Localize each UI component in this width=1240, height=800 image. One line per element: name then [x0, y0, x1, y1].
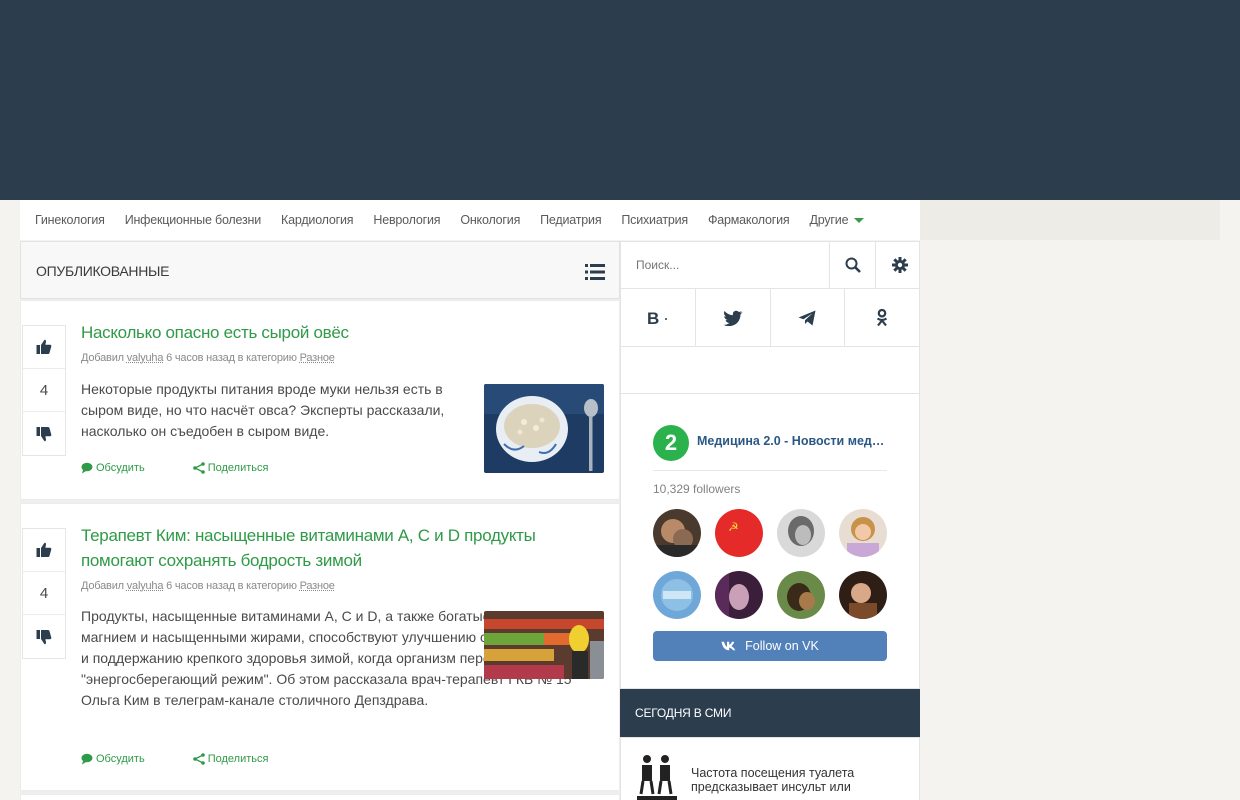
svg-text:☭: ☭ — [728, 520, 739, 534]
nav-more-label: Другие — [810, 213, 849, 227]
article-thumbnail-oats[interactable] — [484, 384, 604, 473]
search-bar — [620, 241, 920, 289]
feed-header: ОПУБЛИКОВАННЫЕ — [20, 241, 620, 299]
category-link[interactable]: Разное — [300, 580, 335, 592]
vote-box: 4 — [22, 528, 66, 659]
discuss-button[interactable]: Обсудить — [81, 753, 145, 765]
gear-icon — [892, 257, 908, 273]
telegram-icon — [798, 310, 816, 326]
svg-text:B: B — [647, 310, 659, 326]
feed-title: ОПУБЛИКОВАННЫЕ — [36, 263, 169, 279]
article-actions: Обсудить Поделиться — [81, 462, 316, 474]
nav-psychiatry[interactable]: Психиатрия — [621, 213, 688, 227]
list-view-icon[interactable] — [585, 264, 605, 280]
vk-icon: B — [647, 310, 669, 326]
avatar[interactable] — [715, 571, 763, 619]
twitter-icon — [723, 310, 743, 326]
thumbs-up-icon — [36, 339, 52, 355]
comment-icon — [81, 753, 93, 765]
caret-down-icon — [854, 218, 864, 223]
vote-count: 4 — [23, 572, 65, 615]
article-card: 4 Насколько опасно есть сырой овёс Добав… — [20, 300, 620, 500]
vote-box: 4 — [22, 325, 66, 456]
empty-widget — [620, 346, 920, 394]
telegram-share-button[interactable] — [771, 289, 846, 346]
vk-share-button[interactable]: B — [621, 289, 696, 346]
avatar[interactable] — [839, 571, 887, 619]
downvote-button[interactable] — [23, 412, 65, 455]
published-feed: ОПУБЛИКОВАННЫЕ 4 Насколько опасно есть с… — [20, 241, 620, 800]
vk-logo-icon — [721, 641, 737, 651]
share-button[interactable]: Поделиться — [193, 462, 269, 474]
toilet-people-icon — [637, 754, 677, 800]
author-link[interactable]: valyuha — [127, 352, 164, 364]
share-button[interactable]: Поделиться — [193, 753, 269, 765]
article-title-link[interactable]: Насколько опасно есть сырой овёс — [81, 320, 461, 345]
upvote-button[interactable] — [23, 529, 65, 572]
avatar[interactable]: ☭ — [715, 509, 763, 557]
search-button[interactable] — [831, 242, 876, 288]
avatar[interactable] — [777, 509, 825, 557]
author-link[interactable]: valyuha — [127, 580, 164, 592]
nav-pharmacology[interactable]: Фармакология — [708, 213, 790, 227]
media-news-text: Частота посещения туалета предсказывает … — [691, 766, 891, 794]
community-name-link[interactable]: Медицина 2.0 - Новости медицины — [697, 434, 887, 448]
article-card: 4 Терапевт Ким: насыщенные витаминами А,… — [20, 503, 620, 791]
odnoklassniki-icon — [876, 309, 888, 327]
nav-pediatrics[interactable]: Педиатрия — [540, 213, 601, 227]
avatar[interactable] — [653, 509, 701, 557]
avatar[interactable] — [839, 509, 887, 557]
vote-count: 4 — [23, 369, 65, 412]
nav-cardiology[interactable]: Кардиология — [281, 213, 353, 227]
followers-count: 10,329 followers — [653, 482, 740, 496]
nav-infectious[interactable]: Инфекционные болезни — [125, 213, 261, 227]
share-icon — [193, 753, 205, 765]
media-news-item[interactable]: Частота посещения туалета предсказывает … — [620, 737, 920, 800]
article-meta: Добавил valyuha 6 часов назад в категори… — [81, 580, 335, 592]
site-header-banner — [0, 0, 1240, 200]
share-icon — [193, 462, 205, 474]
thumbs-down-icon — [36, 426, 52, 442]
search-icon — [845, 257, 861, 273]
odnoklassniki-share-button[interactable] — [845, 289, 919, 346]
right-strip — [920, 200, 1220, 240]
category-link[interactable]: Разное — [300, 352, 335, 364]
follow-on-vk-button[interactable]: Follow on VK — [653, 631, 887, 661]
article-excerpt: Некоторые продукты питания вроде муки не… — [81, 379, 466, 442]
discuss-button[interactable]: Обсудить — [81, 462, 145, 474]
article-meta: Добавил valyuha 6 часов назад в категори… — [81, 352, 335, 364]
advanced-search-button[interactable] — [877, 242, 922, 288]
today-in-media-title: СЕГОДНЯ В СМИ — [635, 706, 731, 720]
avatar[interactable] — [653, 571, 701, 619]
thumbs-down-icon — [36, 629, 52, 645]
community-logo[interactable]: 2 — [653, 425, 689, 461]
search-input[interactable] — [621, 242, 830, 288]
today-in-media-header: СЕГОДНЯ В СМИ — [620, 689, 920, 737]
thumbs-up-icon — [36, 542, 52, 558]
article-actions: Обсудить Поделиться — [81, 753, 316, 765]
article-card-next — [20, 794, 620, 800]
nav-neurology[interactable]: Неврология — [373, 213, 440, 227]
category-nav: Гинекология Инфекционные болезни Кардиол… — [20, 200, 920, 240]
article-thumbnail-produce[interactable] — [484, 611, 604, 679]
nav-gynecology[interactable]: Гинекология — [35, 213, 105, 227]
downvote-button[interactable] — [23, 615, 65, 658]
comment-icon — [81, 462, 93, 474]
twitter-share-button[interactable] — [696, 289, 771, 346]
vk-community-widget: 2 Медицина 2.0 - Новости медицины 10,329… — [620, 393, 920, 689]
nav-more-dropdown[interactable]: Другие — [810, 213, 865, 227]
social-links: B — [620, 288, 920, 347]
avatar[interactable] — [777, 571, 825, 619]
divider — [653, 470, 887, 471]
nav-oncology[interactable]: Онкология — [460, 213, 520, 227]
article-title-link[interactable]: Терапевт Ким: насыщенные витаминами А, С… — [81, 523, 601, 573]
upvote-button[interactable] — [23, 326, 65, 369]
